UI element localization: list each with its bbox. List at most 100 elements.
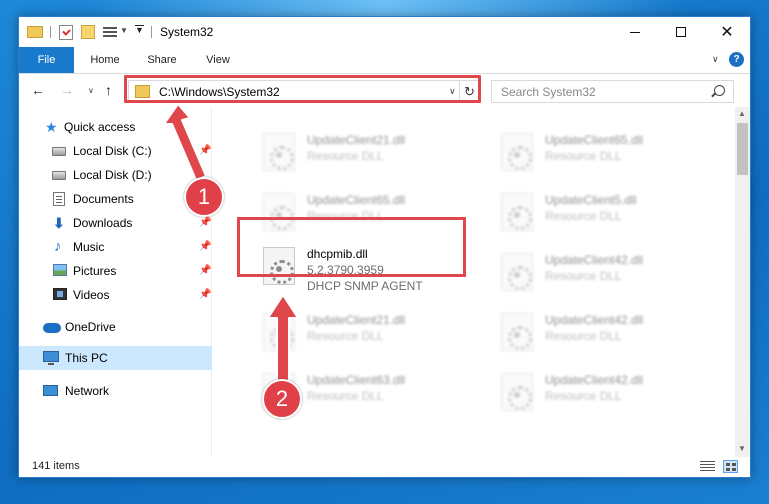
forward-arrow-icon[interactable]: → xyxy=(60,82,74,98)
large-icons-view-icon[interactable] xyxy=(723,460,738,473)
vertical-scrollbar[interactable]: ▲ ▼ xyxy=(735,107,750,457)
step-1-badge: 1 xyxy=(184,177,224,217)
search-input[interactable]: Search System32 xyxy=(501,85,596,99)
recent-locations-icon[interactable]: ∨ xyxy=(88,86,94,95)
sidebar-item-label: Downloads xyxy=(73,216,133,230)
back-arrow-icon[interactable]: ← xyxy=(31,82,45,98)
sidebar-item-quick-access[interactable]: ★ Quick access xyxy=(19,116,212,138)
dll-file-icon xyxy=(263,133,295,171)
sidebar-item-local-disk-c[interactable]: Local Disk (C:) 📌 xyxy=(19,140,212,162)
maximize-button[interactable] xyxy=(658,17,704,47)
address-bar-highlight xyxy=(124,75,481,103)
file-description: Resource DLL xyxy=(307,389,384,403)
file-tile[interactable]: UpdateClient21.dll Resource DLL xyxy=(259,127,489,181)
pin-icon[interactable]: 📌 xyxy=(199,265,211,276)
file-description: Resource DLL xyxy=(545,329,622,343)
chevron-down-icon[interactable]: ▼ xyxy=(120,26,128,42)
file-tile[interactable]: UpdateClient42.dll Resource DLL xyxy=(497,367,727,421)
sidebar-item-label: Local Disk (C:) xyxy=(73,144,152,158)
properties-icon[interactable] xyxy=(103,25,117,39)
divider xyxy=(151,26,152,38)
sidebar-item-label: Local Disk (D:) xyxy=(73,168,152,182)
divider xyxy=(50,26,51,38)
scroll-down-icon[interactable]: ▼ xyxy=(738,444,746,453)
sidebar-item-this-pc[interactable]: This PC xyxy=(19,346,212,370)
details-view-icon[interactable] xyxy=(700,461,715,472)
sidebar-item-downloads[interactable]: ⬇ Downloads 📌 xyxy=(19,212,212,234)
downloads-icon: ⬇ xyxy=(53,215,65,231)
search-icon[interactable] xyxy=(714,85,725,96)
file-description: Resource DLL xyxy=(545,149,622,163)
file-description: Resource DLL xyxy=(545,389,622,403)
tab-file[interactable]: File xyxy=(19,47,74,73)
search-box[interactable]: Search System32 xyxy=(491,80,734,103)
dll-file-icon xyxy=(501,193,533,231)
sidebar-item-label: This PC xyxy=(65,351,108,365)
onedrive-icon xyxy=(43,323,61,333)
properties-check-icon[interactable] xyxy=(59,25,73,40)
disk-icon xyxy=(52,147,66,156)
minimize-icon xyxy=(630,31,640,33)
pictures-icon xyxy=(53,264,67,276)
file-name: UpdateClient5.dll xyxy=(545,193,637,207)
status-bar: 141 items xyxy=(19,457,750,477)
ribbon-tabs: File Home Share View ∨ ? xyxy=(19,47,750,74)
sidebar-item-label: Music xyxy=(73,240,105,254)
dll-file-icon xyxy=(501,373,533,411)
tab-home[interactable]: Home xyxy=(81,47,129,73)
file-name: UpdateClient42.dll xyxy=(545,253,644,267)
file-name: UpdateClient65.dll xyxy=(545,133,644,147)
pin-icon[interactable]: 📌 xyxy=(199,145,211,156)
sidebar-item-label: Videos xyxy=(73,288,110,302)
item-count: 141 items xyxy=(32,460,80,472)
videos-icon xyxy=(53,288,67,300)
documents-icon xyxy=(53,192,65,206)
scrollbar-thumb[interactable] xyxy=(737,123,748,175)
file-tile[interactable]: UpdateClient21.dll Resource DLL xyxy=(259,307,489,361)
new-folder-icon[interactable] xyxy=(81,25,95,39)
minimize-button[interactable] xyxy=(612,17,658,47)
file-tile[interactable]: UpdateClient42.dll Resource DLL xyxy=(497,247,727,301)
dll-file-icon xyxy=(501,133,533,171)
file-tile[interactable]: UpdateClient42.dll Resource DLL xyxy=(497,307,727,361)
close-button[interactable]: ✕ xyxy=(704,17,750,47)
step-2-badge: 2 xyxy=(262,379,302,419)
file-highlight xyxy=(237,217,466,277)
sidebar-item-documents[interactable]: Documents 📌 xyxy=(19,188,212,210)
scroll-up-icon[interactable]: ▲ xyxy=(738,109,746,118)
sidebar-item-pictures[interactable]: Pictures 📌 xyxy=(19,260,212,282)
customize-toolbar-icon[interactable]: ▼ xyxy=(135,25,144,41)
pin-icon[interactable]: 📌 xyxy=(199,217,211,228)
file-description: Resource DLL xyxy=(545,269,622,283)
music-icon: ♪ xyxy=(54,238,62,255)
tab-share[interactable]: Share xyxy=(137,47,187,73)
dll-file-icon xyxy=(501,313,533,351)
file-name: UpdateClient63.dll xyxy=(307,373,406,387)
sidebar-item-videos[interactable]: Videos 📌 xyxy=(19,284,212,306)
title-bar: ▼ ▼ System32 ✕ xyxy=(19,17,750,47)
file-name: UpdateClient21.dll xyxy=(307,133,406,147)
sidebar-item-network[interactable]: Network xyxy=(19,380,212,402)
file-tile[interactable]: UpdateClient65.dll Resource DLL xyxy=(497,127,727,181)
file-name: UpdateClient65.dll xyxy=(307,193,406,207)
file-tile[interactable]: UpdateClient5.dll Resource DLL xyxy=(497,187,727,241)
file-description: Resource DLL xyxy=(307,329,384,343)
file-description: Resource DLL xyxy=(307,149,384,163)
pin-icon[interactable]: 📌 xyxy=(199,289,211,300)
sidebar-item-local-disk-d[interactable]: Local Disk (D:) xyxy=(19,164,212,186)
expand-ribbon-icon[interactable]: ∨ xyxy=(712,54,719,65)
help-icon[interactable]: ? xyxy=(729,52,744,67)
sidebar-item-music[interactable]: ♪ Music 📌 xyxy=(19,236,212,258)
disk-icon xyxy=(52,171,66,180)
pin-icon[interactable]: 📌 xyxy=(199,241,211,252)
tab-view[interactable]: View xyxy=(196,47,240,73)
dll-file-icon xyxy=(263,313,295,351)
dll-file-icon xyxy=(501,253,533,291)
network-icon xyxy=(43,385,58,396)
sidebar-item-onedrive[interactable]: OneDrive xyxy=(19,316,212,338)
file-name: UpdateClient42.dll xyxy=(545,373,644,387)
up-arrow-icon[interactable]: ↑ xyxy=(105,82,112,98)
folder-icon xyxy=(27,26,43,38)
window-title: System32 xyxy=(160,25,214,39)
sidebar-item-label: Quick access xyxy=(64,120,136,134)
